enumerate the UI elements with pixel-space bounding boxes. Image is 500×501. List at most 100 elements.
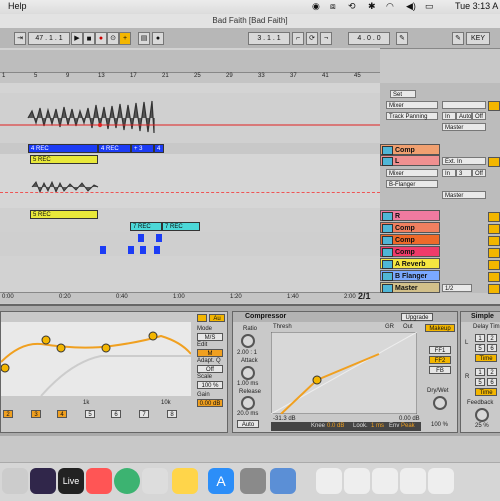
eq-display[interactable] [1,322,191,396]
clip-rec7b[interactable]: 7 REC [162,222,200,231]
eq-activator[interactable] [197,314,207,322]
band-6[interactable]: 6 [111,410,121,418]
bluetooth-icon[interactable]: ✱ [368,1,376,12]
track-header-r[interactable]: R [380,210,440,221]
band-7[interactable]: 7 [139,410,149,418]
clip-play-icon[interactable] [382,212,393,221]
monitor-off[interactable]: Off [472,112,486,120]
ff2-button[interactable]: FF2 [429,356,451,364]
track-activator[interactable] [488,101,500,111]
sync-r-6[interactable]: 6 [487,378,497,386]
clip-rec-plus3[interactable]: + 3 [131,144,154,153]
track-header-comp-3[interactable]: Comp [380,234,440,245]
adapt-q-toggle[interactable]: Off [197,365,223,373]
itunes-icon[interactable] [86,468,112,494]
play-icon[interactable]: ▶ [71,32,83,45]
audio-lane-main[interactable] [0,93,380,144]
record-icon[interactable]: ● [95,32,107,45]
track-activator[interactable] [488,272,500,282]
input-chooser[interactable] [442,101,486,109]
photos-icon[interactable] [142,468,168,494]
back-to-arrangement-icon[interactable]: ▤ [138,32,150,45]
output-chooser[interactable]: Master [442,123,486,131]
arrangement-position[interactable]: 47 . 1 . 1 [28,32,70,45]
device-chooser[interactable]: Mixer [386,101,438,109]
preview-icon[interactable] [270,468,296,494]
clip-rec7a[interactable]: 7 REC [130,222,162,231]
dropbox-icon[interactable]: ⧈ [330,1,336,12]
clip-rec5a[interactable]: 5 REC [30,155,98,164]
track-activator[interactable] [488,284,500,294]
eq-audition-toggle[interactable]: Au [209,314,225,322]
band-8[interactable]: 8 [167,410,177,418]
time-toggle-r[interactable]: Time [475,388,497,396]
track-header-comp-4[interactable]: Comp [380,246,440,257]
clip-play-icon[interactable] [382,224,393,233]
clip-play-icon[interactable] [382,284,393,293]
feedback-knob[interactable] [475,408,489,422]
clip-rec4a[interactable]: 4 REC [28,144,98,153]
band-4[interactable]: 4 [57,410,67,418]
follow-icon[interactable]: ⇥ [14,32,26,45]
chrome-icon[interactable] [114,468,140,494]
monitor-in-2[interactable]: In [442,169,456,177]
attack-knob[interactable] [241,366,255,380]
loop-start[interactable]: 3 . 1 . 1 [248,32,290,45]
band-2[interactable]: 2 [3,410,13,418]
menubar-clock[interactable]: Tue 3:13 A [455,1,498,11]
mode-select[interactable]: M/S [197,333,223,341]
mini-clip[interactable] [100,246,106,254]
creative-cloud-icon[interactable]: ◉ [312,1,320,12]
clip-play-icon[interactable] [382,146,393,155]
input-ext[interactable]: Ext. In [442,157,486,165]
track-activator[interactable] [488,248,500,258]
device-chooser-2[interactable]: Mixer [386,169,438,177]
sync-l-5[interactable]: 5 [475,344,485,352]
auto-release-toggle[interactable]: Auto [237,420,259,428]
monitor-in[interactable]: In [442,112,456,120]
fb-button[interactable]: FB [429,366,451,374]
punch-out-icon[interactable]: ¬ [320,32,332,45]
stop-icon[interactable]: ■ [83,32,95,45]
sync-r-1[interactable]: 1 [475,368,485,376]
param-chooser[interactable]: Track Panning [386,112,438,120]
track-activator[interactable] [488,236,500,246]
track-header-b-flanger[interactable]: B Flanger [380,270,440,281]
input-channel[interactable]: 3 [456,169,472,177]
simple-delay-title[interactable]: Simple [461,312,500,322]
track-header-comp-2[interactable]: Comp [380,222,440,233]
clip-rec5b[interactable]: 5 REC [30,210,98,219]
output-chooser-2[interactable]: Master [442,191,486,199]
loop-switch-icon[interactable]: ⟳ [306,32,318,45]
master-ratio[interactable]: 1/2 [442,284,472,292]
track-activator[interactable] [488,157,500,167]
automation-arm-icon[interactable]: + [119,32,131,45]
track-header-comp-1[interactable]: Comp [380,144,440,155]
scale-value[interactable]: 100 % [197,381,223,389]
time-ruler[interactable]: 0:00 0:20 0:40 1:00 1:20 1:40 2:00 2/1 [0,291,380,303]
document-icon[interactable] [316,468,342,494]
punch-in-icon[interactable]: ⌐ [292,32,304,45]
battery-icon[interactable]: ▭ [425,1,434,12]
dock-app-icon[interactable] [2,468,28,494]
makeup-button[interactable]: Makeup [425,324,455,332]
volume-icon[interactable]: ◀) [406,1,416,12]
monitor-off-2[interactable]: Off [472,169,486,177]
folder-icon[interactable] [456,468,482,494]
track-activator[interactable] [488,260,500,270]
band-3[interactable]: 3 [31,410,41,418]
drywet-knob[interactable] [433,396,447,410]
pro-tools-icon[interactable] [30,468,56,494]
clip-play-icon[interactable] [382,248,393,257]
loop-length[interactable]: 4 . 0 . 0 [348,32,390,45]
band-5[interactable]: 5 [85,410,95,418]
time-machine-icon[interactable]: ⟲ [348,1,356,12]
clip-play-icon[interactable] [382,236,393,245]
document-icon[interactable] [428,468,454,494]
sync-r-2[interactable]: 2 [487,368,497,376]
sync-l-6[interactable]: 6 [487,344,497,352]
mini-clip[interactable] [140,246,146,254]
sync-l-2[interactable]: 2 [487,334,497,342]
time-toggle-l[interactable]: Time [475,354,497,362]
gain-value[interactable]: 0.00 dB [197,399,223,407]
